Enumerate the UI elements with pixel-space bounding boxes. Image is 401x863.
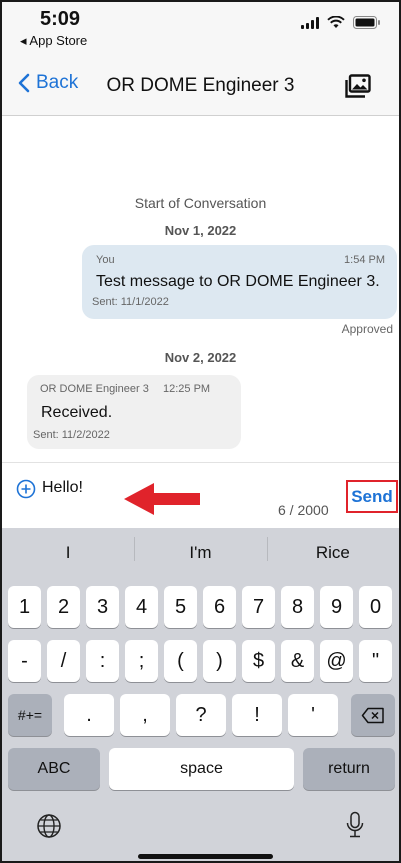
message-time: 12:25 PM bbox=[163, 383, 211, 395]
suggestion-item[interactable]: I'm bbox=[134, 536, 266, 563]
incoming-message-bubble[interactable]: OR DOME Engineer 3 12:25 PM Received. Se… bbox=[27, 375, 241, 449]
key[interactable]: & bbox=[281, 640, 314, 682]
message-time: 1:54 PM bbox=[344, 254, 385, 266]
home-indicator[interactable] bbox=[138, 854, 273, 859]
key[interactable]: ; bbox=[125, 640, 158, 682]
keyboard-suggestions: I I'm Rice bbox=[2, 528, 399, 577]
microphone-icon[interactable] bbox=[345, 811, 365, 839]
message-sender: You bbox=[96, 254, 115, 266]
more-symbols-key[interactable]: #+= bbox=[8, 694, 52, 736]
key[interactable]: @ bbox=[320, 640, 353, 682]
message-text: Received. bbox=[41, 404, 113, 421]
space-key[interactable]: space bbox=[109, 748, 294, 790]
message-sender: OR DOME Engineer 3 bbox=[40, 383, 149, 395]
key[interactable]: 9 bbox=[320, 586, 353, 628]
keyboard: I I'm Rice 1 2 3 4 5 6 7 8 9 0 - / : ; (… bbox=[2, 528, 399, 861]
key[interactable]: $ bbox=[242, 640, 275, 682]
conversation-start-label: Start of Conversation bbox=[134, 195, 267, 211]
key[interactable]: 3 bbox=[86, 586, 119, 628]
key[interactable]: ? bbox=[176, 694, 226, 736]
key[interactable]: 7 bbox=[242, 586, 275, 628]
outgoing-message-bubble[interactable]: You 1:54 PM Test message to OR DOME Engi… bbox=[82, 245, 397, 319]
red-arrow-annotation-icon bbox=[124, 483, 200, 515]
key[interactable]: - bbox=[8, 640, 41, 682]
key[interactable]: 1 bbox=[8, 586, 41, 628]
key[interactable]: : bbox=[86, 640, 119, 682]
wifi-icon bbox=[327, 16, 345, 28]
phone-screen: 5:09 ◂ App Store Back OR DOME Engineer 3… bbox=[0, 0, 401, 863]
message-input[interactable] bbox=[42, 475, 132, 501]
key[interactable]: ' bbox=[288, 694, 338, 736]
send-button[interactable]: Send bbox=[346, 480, 398, 513]
return-to-app-store-link[interactable]: ◂ App Store bbox=[20, 33, 87, 49]
key[interactable]: ( bbox=[164, 640, 197, 682]
navigation-bar: Back OR DOME Engineer 3 bbox=[2, 60, 399, 116]
abc-key[interactable]: ABC bbox=[8, 748, 100, 790]
add-attachment-button[interactable] bbox=[16, 479, 36, 504]
backspace-icon bbox=[361, 707, 384, 723]
message-sent-date: Sent: 11/2/2022 bbox=[33, 429, 110, 441]
key[interactable]: ) bbox=[203, 640, 236, 682]
key[interactable]: , bbox=[120, 694, 170, 736]
key[interactable]: 8 bbox=[281, 586, 314, 628]
status-time: 5:09 bbox=[40, 8, 81, 30]
message-composer: 6 / 2000 Send bbox=[2, 462, 399, 528]
photo-gallery-icon bbox=[345, 74, 371, 98]
date-separator: Nov 2, 2022 bbox=[164, 350, 237, 365]
key[interactable]: 4 bbox=[125, 586, 158, 628]
plus-circle-icon bbox=[16, 479, 36, 499]
signal-bars-icon bbox=[301, 16, 319, 29]
key[interactable]: 5 bbox=[164, 586, 197, 628]
date-separator: Nov 1, 2022 bbox=[164, 223, 237, 238]
key[interactable]: . bbox=[64, 694, 114, 736]
key[interactable]: ! bbox=[232, 694, 282, 736]
message-text: Test message to OR DOME Engineer 3. bbox=[96, 273, 380, 290]
system-icons bbox=[301, 16, 381, 29]
character-counter: 6 / 2000 bbox=[278, 502, 329, 518]
globe-icon[interactable] bbox=[36, 813, 62, 839]
conversation-view[interactable]: Start of Conversation Nov 1, 2022 You 1:… bbox=[2, 117, 399, 462]
suggestion-item[interactable]: I bbox=[2, 543, 134, 563]
battery-icon bbox=[353, 16, 380, 29]
key[interactable]: 0 bbox=[359, 586, 392, 628]
delete-key[interactable] bbox=[351, 694, 395, 736]
photo-gallery-button[interactable] bbox=[345, 74, 371, 103]
status-bar: 5:09 ◂ App Store bbox=[2, 2, 399, 60]
page-title: OR DOME Engineer 3 bbox=[106, 75, 295, 96]
key[interactable]: " bbox=[359, 640, 392, 682]
message-status: Approved bbox=[341, 322, 393, 336]
return-key[interactable]: return bbox=[303, 748, 395, 790]
suggestion-item[interactable]: Rice bbox=[266, 536, 399, 563]
message-sent-date: Sent: 11/1/2022 bbox=[92, 296, 169, 308]
key[interactable]: 2 bbox=[47, 586, 80, 628]
key[interactable]: 6 bbox=[203, 586, 236, 628]
key[interactable]: / bbox=[47, 640, 80, 682]
